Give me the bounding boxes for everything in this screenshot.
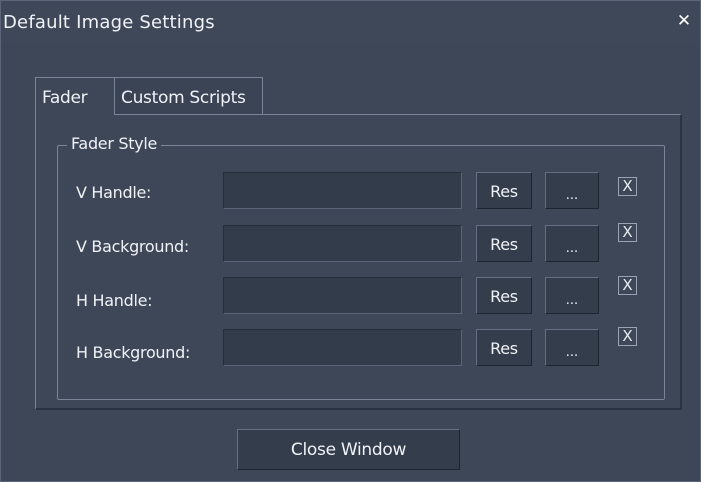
v-background-res-button[interactable]: Res <box>476 225 532 262</box>
h-handle-browse-button[interactable]: ... <box>545 277 599 314</box>
window-title: Default Image Settings <box>3 12 215 33</box>
h-background-browse-button[interactable]: ... <box>545 329 599 366</box>
tab-fader[interactable]: Fader <box>35 77 115 115</box>
row-label-v-background: V Background: <box>76 237 189 256</box>
v-background-clear-button[interactable]: X <box>618 223 637 242</box>
v-handle-clear-button[interactable]: X <box>618 177 637 196</box>
title-bar[interactable]: Default Image Settings ✕ <box>1 1 700 43</box>
row-label-h-background: H Background: <box>76 343 191 362</box>
close-window-button[interactable]: Close Window <box>237 429 460 470</box>
h-handle-clear-button[interactable]: X <box>618 276 637 295</box>
tab-custom-scripts[interactable]: Custom Scripts <box>115 77 263 115</box>
h-handle-field[interactable] <box>223 277 462 314</box>
h-handle-res-button[interactable]: Res <box>476 277 532 314</box>
h-background-clear-button[interactable]: X <box>618 327 637 346</box>
dialog-window: Default Image Settings ✕ Fader Custom Sc… <box>0 0 701 482</box>
close-icon[interactable]: ✕ <box>676 13 692 30</box>
v-handle-field[interactable] <box>223 172 462 209</box>
v-background-field[interactable] <box>223 225 462 262</box>
v-background-browse-button[interactable]: ... <box>545 225 599 262</box>
row-label-h-handle: H Handle: <box>76 291 153 310</box>
v-handle-browse-button[interactable]: ... <box>545 172 599 209</box>
h-background-res-button[interactable]: Res <box>476 329 532 366</box>
h-background-field[interactable] <box>223 329 462 366</box>
row-label-v-handle: V Handle: <box>76 183 152 202</box>
v-handle-res-button[interactable]: Res <box>476 172 532 209</box>
group-legend: Fader Style <box>67 134 162 153</box>
